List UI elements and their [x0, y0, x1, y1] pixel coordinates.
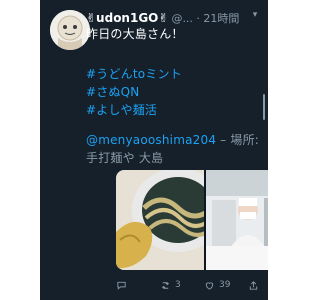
reply-icon [117, 281, 126, 290]
location-separator: – 場所: [216, 133, 260, 147]
location-place[interactable]: 手打麺や 大島 [86, 150, 163, 166]
retweet-icon [161, 281, 170, 289]
retweet-count: 3 [175, 280, 181, 290]
tweet-actions: 3 39 [116, 278, 268, 292]
heart-icon [205, 281, 214, 290]
share-button[interactable] [248, 280, 268, 291]
hashtag-sanuqn[interactable]: #さぬQN [86, 84, 139, 100]
hashtag-udon-to-mint[interactable]: #うどんtoミント [86, 66, 182, 82]
mention-line: @menyaooshima204 – 場所: [86, 132, 259, 148]
avatar[interactable] [50, 10, 90, 50]
like-count: 39 [219, 280, 231, 290]
media-grid [116, 170, 268, 270]
chevron-down-icon[interactable]: ▾ [250, 10, 260, 20]
share-icon [249, 280, 258, 290]
handle-and-time[interactable]: @... · 21時間 [171, 10, 239, 26]
tweet-text-line: 昨日の大島さん！ [86, 27, 184, 41]
photo-udon[interactable] [116, 170, 204, 270]
mention-link[interactable]: @menyaooshima204 [86, 133, 216, 147]
scrollbar[interactable] [263, 94, 265, 120]
display-name[interactable]: ✌udon1GO✌ [86, 11, 168, 25]
retweet-button[interactable]: 3 [160, 280, 204, 291]
timeline: ✌udon1GO✌ @... · 21時間 ▾ 昨日の大島さん！ #うどんtoミ… [40, 0, 268, 300]
photo-shop-owner[interactable] [206, 170, 268, 270]
reply-button[interactable] [116, 280, 160, 291]
like-button[interactable]: 39 [204, 280, 248, 291]
tweet-header: ✌udon1GO✌ @... · 21時間 [86, 10, 258, 26]
hashtag-yoshiya-menkatsu[interactable]: #よしや麺活 [86, 102, 157, 118]
